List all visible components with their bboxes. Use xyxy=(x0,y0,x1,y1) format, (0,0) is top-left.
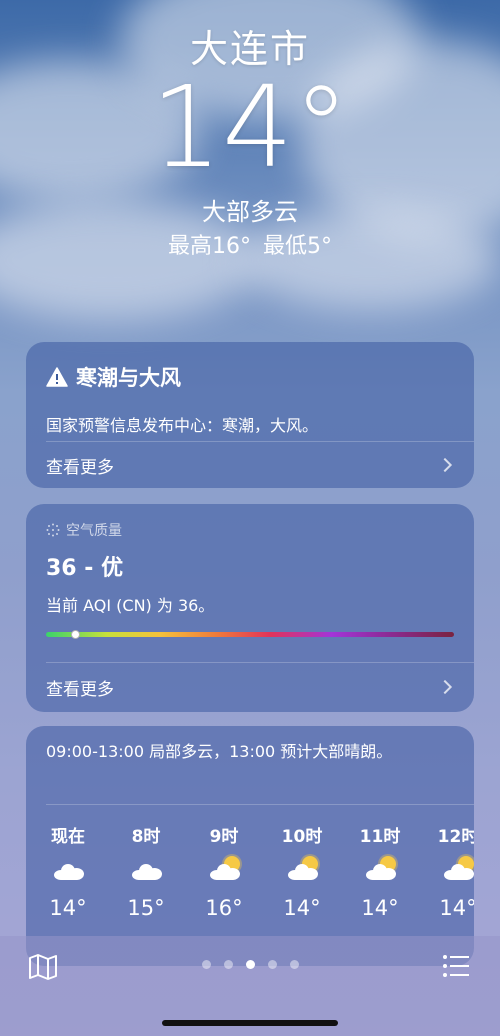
cloud-icon xyxy=(108,846,184,896)
alert-see-more-button[interactable]: 查看更多 xyxy=(46,442,454,488)
page-dot[interactable] xyxy=(245,960,255,969)
hour-item: 11时 14° xyxy=(342,822,418,920)
hour-item: 现在 14° xyxy=(30,822,106,920)
air-quality-card[interactable]: 空气质量 36 - 优 当前 AQI (CN) 为 36。 查看更多 xyxy=(26,504,474,712)
current-temperature: 14° xyxy=(150,63,350,193)
partly-sunny-icon xyxy=(264,846,340,896)
see-more-label: 查看更多 xyxy=(46,679,114,700)
hour-temperature: 14° xyxy=(283,896,321,920)
divider xyxy=(46,662,474,663)
hour-item: 12时 14° xyxy=(420,822,474,920)
current-condition: 大部多云 xyxy=(202,198,298,226)
alert-title: 寒潮与大风 xyxy=(76,366,181,390)
warning-icon xyxy=(46,367,68,387)
hour-time: 现在 xyxy=(51,827,85,847)
aqi-description: 当前 AQI (CN) 为 36。 xyxy=(46,596,215,615)
air-quality-icon xyxy=(46,523,60,537)
chevron-right-icon xyxy=(437,679,453,695)
alert-description: 国家预警信息发布中心：寒潮，大风。 xyxy=(46,416,319,435)
hour-item: 8时 15° xyxy=(108,822,184,920)
alert-title-row: 寒潮与大风 xyxy=(46,362,181,392)
cloud-icon xyxy=(30,846,106,896)
chevron-right-icon xyxy=(437,457,453,473)
aqi-label: 空气质量 xyxy=(66,523,122,539)
forecast-summary: 09:00-13:00 局部多云，13:00 预计大部晴朗。 xyxy=(46,742,393,761)
weather-alert-card[interactable]: 寒潮与大风 国家预警信息发布中心：寒潮，大风。 查看更多 xyxy=(26,342,474,488)
page-dot[interactable] xyxy=(201,960,211,969)
hour-time: 12时 xyxy=(437,827,474,847)
high-low: 最高16° 最低5° xyxy=(0,228,500,260)
aqi-scale-bar xyxy=(46,632,454,637)
map-icon[interactable] xyxy=(28,954,58,980)
hour-temperature: 14° xyxy=(49,896,87,920)
divider xyxy=(46,804,474,805)
partly-sunny-icon xyxy=(420,846,474,896)
hourly-forecast-card[interactable]: 09:00-13:00 局部多云，13:00 预计大部晴朗。 现在 14° 8时 15… xyxy=(26,726,474,966)
hour-temperature: 15° xyxy=(127,896,165,920)
high-temperature: 最高16° xyxy=(168,234,251,259)
hour-temperature: 16° xyxy=(205,896,243,920)
aqi-header: 空气质量 xyxy=(46,520,122,540)
hourly-list[interactable]: 现在 14° 8时 15° 9时 16° 10时 14° 11时 14° 12时 14° xyxy=(26,822,474,942)
see-more-label: 查看更多 xyxy=(46,457,114,478)
partly-sunny-icon xyxy=(186,846,262,896)
hour-temperature: 14° xyxy=(361,896,399,920)
page-dot[interactable] xyxy=(223,960,233,969)
hour-time: 11时 xyxy=(359,827,401,847)
partly-sunny-icon xyxy=(342,846,418,896)
page-dot[interactable] xyxy=(267,960,277,969)
page-indicator[interactable] xyxy=(200,960,300,972)
aqi-indicator-dot xyxy=(70,630,80,639)
hour-item: 10时 14° xyxy=(264,822,340,920)
hour-item: 9时 16° xyxy=(186,822,262,920)
hour-time: 10时 xyxy=(281,827,323,847)
list-icon[interactable] xyxy=(442,954,470,978)
hour-temperature: 14° xyxy=(439,896,474,920)
home-indicator xyxy=(162,1020,338,1026)
hour-time: 9时 xyxy=(209,827,239,847)
page-dot[interactable] xyxy=(289,960,299,969)
aqi-see-more-button[interactable]: 查看更多 xyxy=(46,664,454,710)
low-temperature: 最低5° xyxy=(263,234,332,259)
hour-time: 8时 xyxy=(131,827,161,847)
bottom-toolbar xyxy=(0,936,500,1036)
aqi-value: 36 - 优 xyxy=(46,556,124,581)
